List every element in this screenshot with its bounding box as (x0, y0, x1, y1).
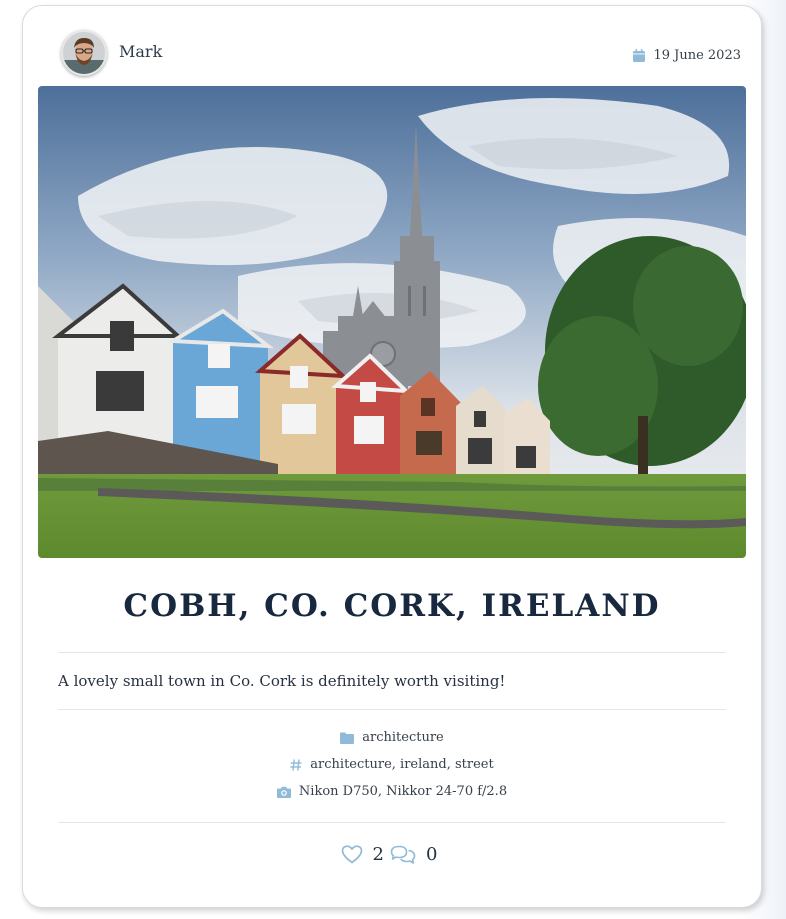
post-date: 19 June 2023 (633, 48, 741, 63)
avatar-image (63, 32, 105, 74)
camera-icon (276, 786, 291, 798)
post-tags[interactable]: architecture, ireland, street (23, 757, 761, 772)
author-avatar[interactable] (61, 30, 107, 76)
post-category[interactable]: architecture (23, 730, 761, 745)
post-photo[interactable] (38, 86, 746, 558)
camera-text: Nikon D750, Nikkor 24-70 f/2.8 (298, 784, 508, 799)
comments-count: 0 (426, 844, 438, 865)
post-description: A lovely small town in Co. Cork is defin… (58, 672, 506, 690)
divider-middle (58, 709, 726, 710)
photo-image (38, 86, 746, 558)
post-card: Mark 19 June 2023 COBH, CO. CORK, IRELAN… (22, 5, 762, 908)
category-text: architecture (362, 730, 444, 745)
post-date-text: 19 June 2023 (653, 48, 741, 63)
heart-icon[interactable] (341, 845, 363, 864)
author-name[interactable]: Mark (119, 42, 162, 61)
calendar-icon (633, 49, 646, 62)
post-reactions: 2 0 (23, 844, 761, 865)
tags-text: architecture, ireland, street (310, 757, 494, 772)
folder-icon (340, 732, 355, 744)
comments-icon[interactable] (390, 845, 416, 865)
divider-top (58, 652, 726, 653)
post-camera: Nikon D750, Nikkor 24-70 f/2.8 (23, 784, 761, 799)
likes-count: 2 (372, 844, 384, 865)
post-header: Mark 19 June 2023 (23, 6, 761, 86)
divider-bottom (58, 822, 726, 823)
post-title: COBH, CO. CORK, IRELAND (123, 588, 661, 624)
hashtag-icon (290, 758, 302, 771)
